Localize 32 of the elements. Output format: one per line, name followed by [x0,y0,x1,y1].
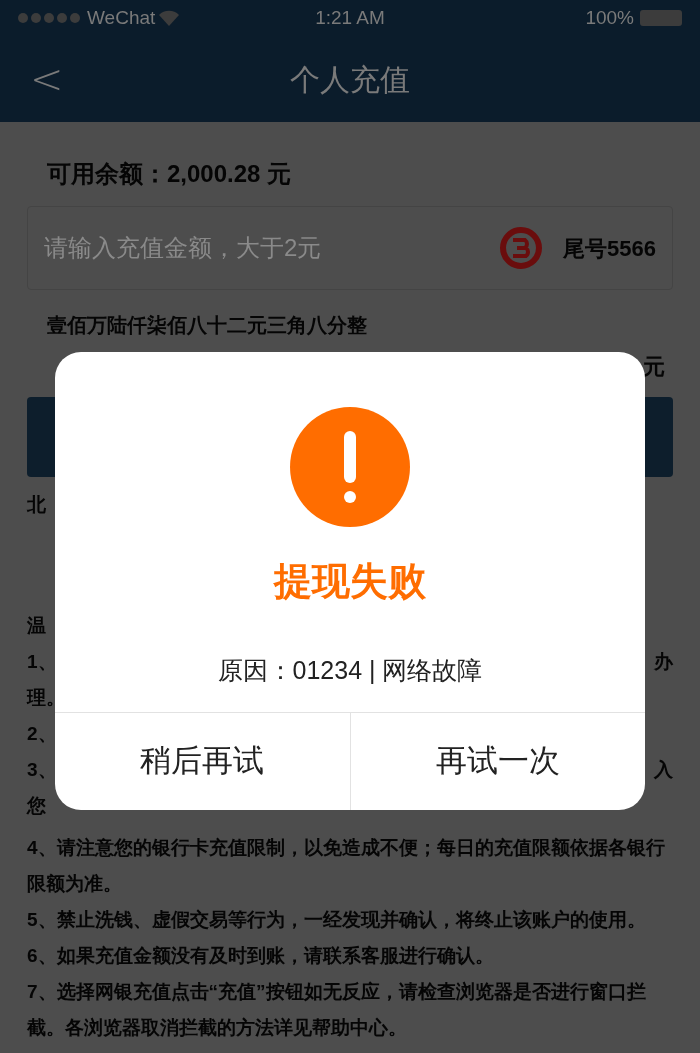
amount-input[interactable]: 请输入充值金额，大于2元 [44,230,500,266]
note-fragment: 入 [654,757,673,782]
notes-heading: 温 [27,613,47,638]
wifi-icon [158,10,181,26]
page-title: 个人充值 [290,61,410,98]
battery-icon [640,10,682,26]
note-item: 6、如果充值金额没有及时到账，请联系客服进行确认。 [27,944,495,968]
failure-reason: 原因：01234 | 网络故障 [217,655,483,686]
signal-icon [18,13,80,23]
bank-logo-icon [499,226,544,270]
later-button[interactable]: 稍后再试 [55,713,350,810]
note-fragment: 办 [654,649,673,674]
dialog-title: 提现失败 [274,559,426,604]
available-balance: 可用余额：2,000.28 元 [47,159,293,189]
exclamation-icon [290,407,410,527]
retry-button[interactable]: 再试一次 [349,713,645,810]
note-fragment: 理。 [27,685,65,710]
card-tail-number: 尾号5566 [563,234,656,263]
note-fragment: 2、 [27,721,57,746]
carrier-name: WeChat [87,5,156,30]
note-fragment: 1、 [27,649,57,674]
amount-in-words: 壹佰万陆仟柒佰八十二元三角八分整 [47,313,368,338]
note-item: 4、请注意您的银行卡充值限制，以免造成不便；每日的充值限额依据各银行限额为准。 [27,836,666,896]
status-time: 1:21 AM [315,5,385,30]
balance-after-recharge: 元 [643,353,665,381]
note-item: 5、禁止洗钱、虚假交易等行为，一经发现并确认，将终止该账户的使用。 [27,908,647,932]
note-fragment: 3、 [27,757,57,782]
note-item: 7、选择网银充值点击“充值”按钮如无反应，请检查浏览器是否进行窗口拦截。各浏览器取消拦截的方法详见帮助中心。 [27,980,647,1040]
back-button[interactable]: < [30,49,64,109]
bank-line: 北 [27,493,47,517]
battery-level: 100% [585,5,634,30]
note-fragment: 您 [27,793,46,818]
